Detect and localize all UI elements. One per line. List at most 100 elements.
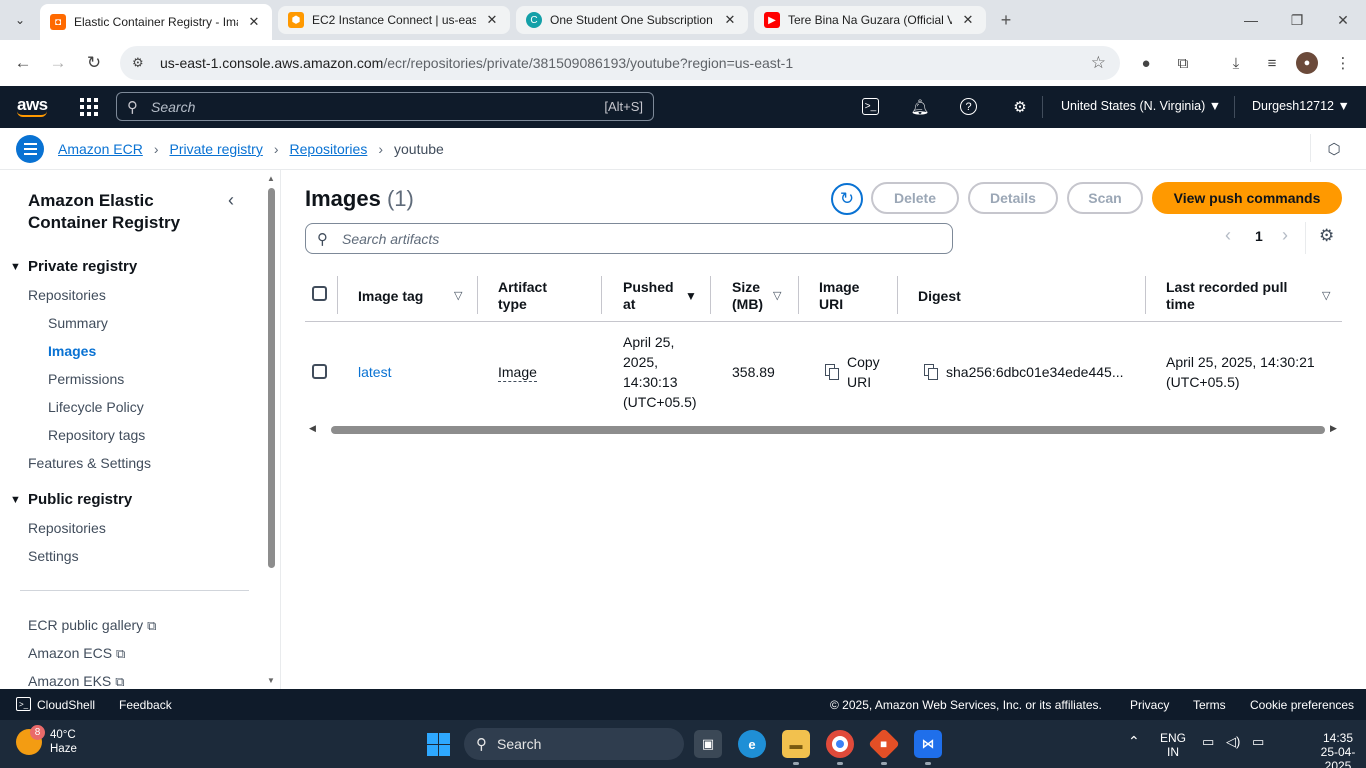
reload-icon[interactable]: ↻ [81,50,107,76]
close-tab-icon[interactable]: ✕ [960,12,976,28]
cloudshell-link[interactable]: CloudShell [37,698,95,712]
network-icon[interactable]: ▭ [1202,735,1214,749]
browser-menu-icon[interactable]: ⋮ [1332,52,1354,74]
table-horizontal-scrollbar[interactable]: ◀ ▶ [305,422,1342,436]
media-control-icon[interactable]: ≡ [1261,52,1283,74]
artifact-type-value[interactable]: Image [498,364,537,382]
region-selector[interactable]: United States (N. Virginia) ▼ [1061,99,1221,113]
refresh-button[interactable]: ↻ [831,183,863,215]
close-tab-icon[interactable]: ✕ [722,12,738,28]
sidebar-item-repository-tags[interactable]: Repository tags [48,427,145,443]
aws-logo[interactable]: aws [17,95,48,117]
scroll-left-arrow-icon[interactable]: ◀ [309,423,316,434]
git-icon[interactable]: ◆ [868,728,900,760]
services-grid-icon[interactable] [80,98,98,116]
scroll-down-arrow-icon[interactable]: ▼ [267,676,275,685]
scroll-up-arrow-icon[interactable]: ▲ [267,174,275,183]
extension-globe-icon[interactable]: ● [1135,52,1157,74]
breadcrumb-private-registry[interactable]: Private registry [169,141,262,157]
taskbar-search[interactable]: ⚲ Search [464,728,684,760]
account-menu[interactable]: Durgesh12712 ▼ [1252,99,1350,113]
minimize-icon[interactable]: — [1228,8,1274,32]
aws-search-input[interactable]: ⚲ Search [Alt+S] [116,92,654,121]
column-image-tag[interactable]: Image tag ▽ [358,270,478,322]
cookie-preferences-link[interactable]: Cookie preferences [1250,698,1354,712]
edge-browser-icon[interactable]: e [738,730,766,758]
windows-start-icon[interactable] [427,733,450,756]
site-info-icon[interactable]: ⚙ [132,55,154,71]
browser-tab-ec2[interactable]: ⬢ EC2 Instance Connect | us-east- ✕ [278,6,510,34]
scan-button[interactable]: Scan [1067,182,1143,214]
vscode-icon[interactable]: ⋈ [914,730,942,758]
sidebar-link-ecr-public-gallery[interactable]: ECR public gallery ⧉ [28,617,156,634]
sidebar-scrollbar[interactable]: ▲ ▼ [266,170,278,689]
column-pushed-at[interactable]: Pushed at ▼ [623,270,711,322]
search-artifacts-input[interactable]: ⚲ Search artifacts [305,223,953,254]
help-icon[interactable]: ? [960,98,977,115]
sidebar-link-amazon-ecs[interactable]: Amazon ECS ⧉ [28,645,125,662]
bookmark-star-icon[interactable]: ☆ [1091,53,1106,73]
digest-value[interactable]: sha256:6dbc01e34ede445... [946,362,1124,382]
sidebar-item-features-settings[interactable]: Features & Settings [28,455,151,471]
new-tab-plus-icon[interactable]: + [992,8,1020,32]
volume-icon[interactable]: ◁) [1226,735,1240,749]
copy-icon[interactable] [825,364,839,380]
next-page-icon[interactable]: › [1282,225,1288,246]
close-tab-icon[interactable]: ✕ [484,12,500,28]
section-public-registry[interactable]: ▼ Public registry [10,491,132,508]
sidebar-item-public-settings[interactable]: Settings [28,548,79,564]
nav-menu-hamburger-icon[interactable] [16,135,44,163]
sidebar-item-images[interactable]: Images [48,343,96,359]
browser-tab-subscription[interactable]: C One Student One Subscription | ✕ [516,6,748,34]
column-last-pull-time[interactable]: Last recorded pull time ▽ [1166,270,1342,322]
profile-avatar[interactable]: ● [1296,52,1318,74]
select-all-checkbox[interactable] [312,286,327,301]
privacy-link[interactable]: Privacy [1130,698,1169,712]
page-settings-icon[interactable]: ⬡ [1325,140,1343,158]
file-explorer-icon[interactable]: ▬ [782,730,810,758]
collapse-sidebar-icon[interactable]: ‹ [228,190,234,211]
scroll-right-arrow-icon[interactable]: ▶ [1330,423,1337,434]
row-select-checkbox[interactable] [312,364,327,379]
breadcrumb-amazon-ecr[interactable]: Amazon ECR [58,141,143,157]
image-tag-link[interactable]: latest [358,362,391,382]
cloudshell-icon[interactable]: >_ [16,697,31,711]
tab-search-dropdown-icon[interactable]: ⌄ [8,8,32,32]
terms-link[interactable]: Terms [1193,698,1226,712]
breadcrumb-repositories[interactable]: Repositories [290,141,368,157]
delete-button[interactable]: Delete [871,182,959,214]
details-button[interactable]: Details [968,182,1058,214]
sidebar-item-summary[interactable]: Summary [48,315,108,331]
battery-icon[interactable]: ▭ [1252,735,1264,749]
copy-icon[interactable] [924,364,938,380]
sidebar-item-public-repositories[interactable]: Repositories [28,520,106,536]
back-arrow-icon[interactable]: ← [10,50,36,76]
page-number[interactable]: 1 [1255,228,1263,244]
cloudshell-icon[interactable]: >_ [862,98,879,115]
table-preferences-gear-icon[interactable]: ⚙ [1319,226,1334,246]
column-artifact-type[interactable]: Artifact type [498,270,598,322]
settings-gear-icon[interactable]: ⚙ [1010,97,1030,117]
browser-tab-ecr[interactable]: ◘ Elastic Container Registry - Ima ✕ [40,4,272,40]
feedback-link[interactable]: Feedback [119,698,172,712]
download-icon[interactable]: ⤓ [1225,52,1247,74]
column-size[interactable]: Size (MB) ▽ [732,270,798,322]
language-indicator[interactable]: ENG IN [1160,731,1186,759]
notifications-bell-icon[interactable]: 🔔︎ [910,97,930,117]
view-push-commands-button[interactable]: View push commands [1152,182,1342,214]
sidebar-link-amazon-eks[interactable]: Amazon EKS ⧉ [28,673,125,689]
sidebar-item-repositories[interactable]: Repositories [28,287,106,303]
window-close-icon[interactable]: ✕ [1320,8,1366,32]
restore-icon[interactable]: ❐ [1274,8,1320,32]
forward-arrow-icon[interactable]: → [45,50,71,76]
task-view-icon[interactable]: ▣ [694,730,722,758]
chrome-browser-icon[interactable] [826,730,854,758]
clock[interactable]: 14:35 25-04-2025 [1310,731,1366,768]
tray-overflow-chevron-icon[interactable]: ⌃ [1128,734,1140,748]
address-bar[interactable]: ⚙ us-east-1.console.aws.amazon.com/ecr/r… [120,46,1120,80]
extensions-puzzle-icon[interactable]: ⧉ [1172,52,1194,74]
sidebar-item-permissions[interactable]: Permissions [48,371,124,387]
section-private-registry[interactable]: ▼ Private registry [10,258,137,275]
sidebar-item-lifecycle-policy[interactable]: Lifecycle Policy [48,399,144,415]
copy-uri-button[interactable]: Copy URI [847,352,880,392]
